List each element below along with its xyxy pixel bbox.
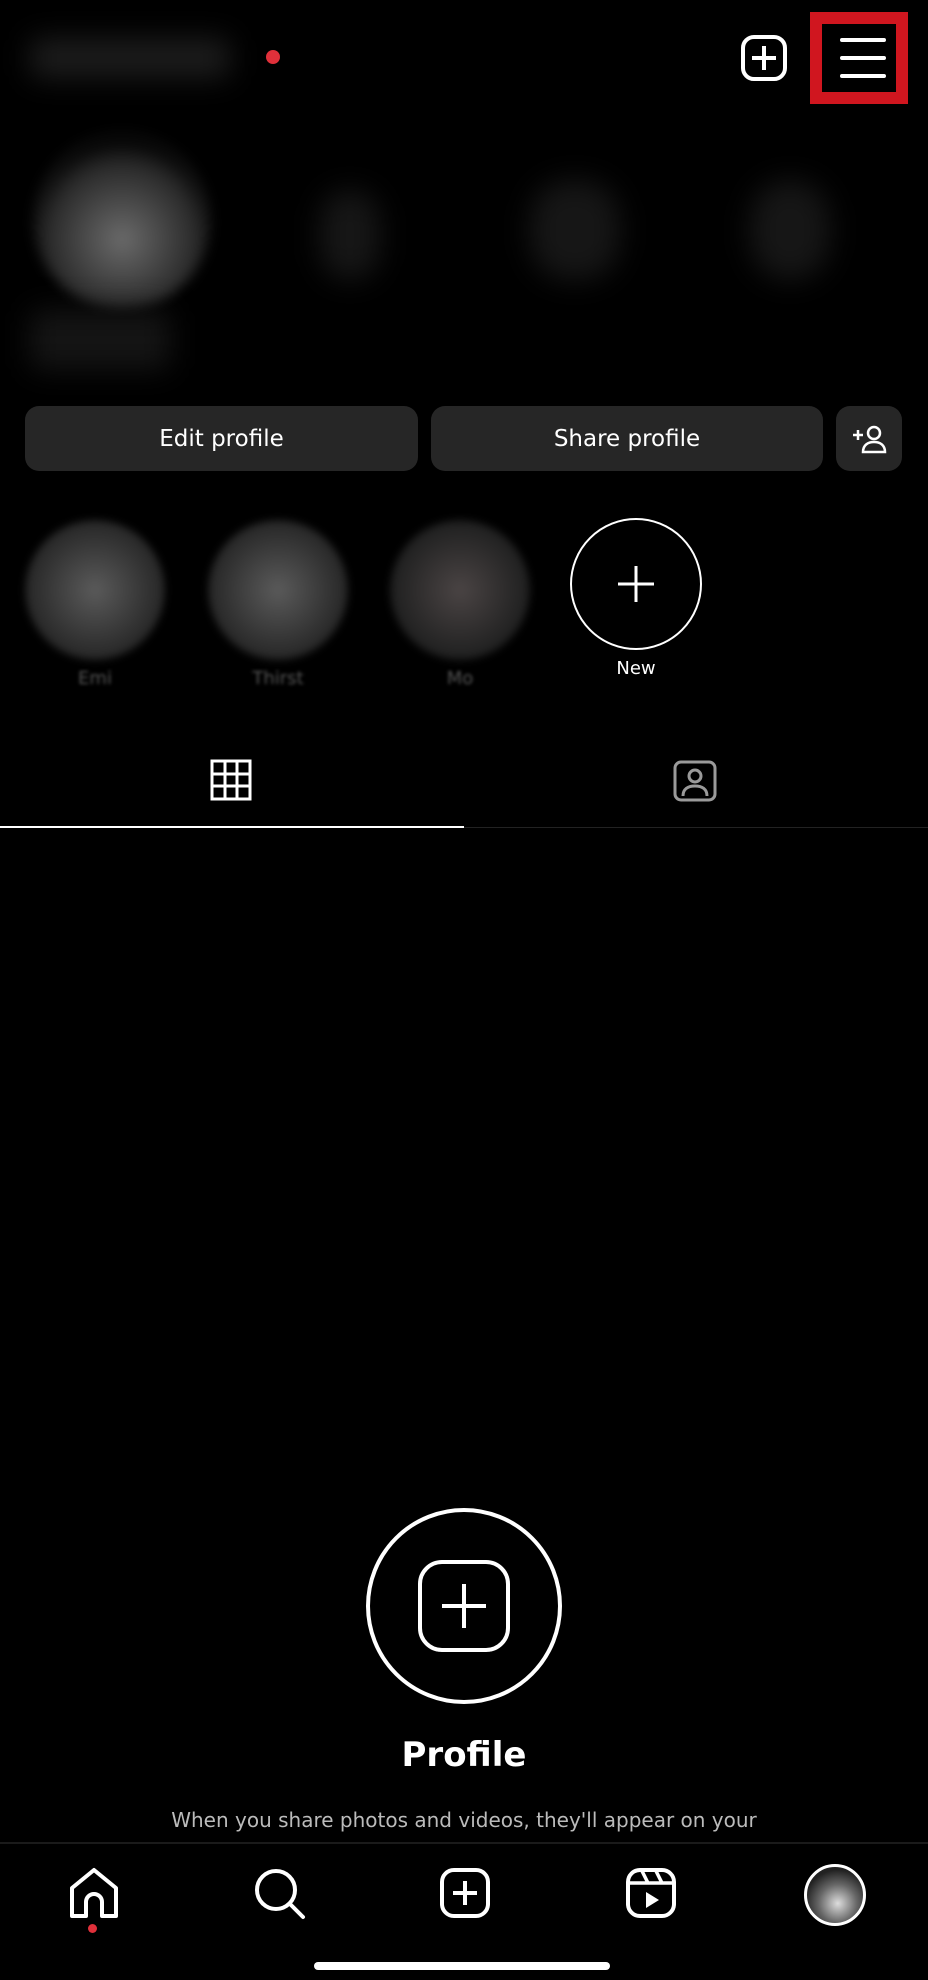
avatar[interactable]	[34, 134, 210, 310]
tagged-person-icon	[673, 760, 717, 802]
create-plus-icon[interactable]	[740, 34, 788, 82]
grid-icon	[210, 759, 252, 801]
tab-tagged[interactable]	[464, 740, 928, 828]
empty-state-title: Profile	[401, 1735, 527, 1775]
stat-followers[interactable]	[530, 180, 620, 280]
highlight-1[interactable]	[25, 520, 165, 660]
bio-blurred	[30, 310, 170, 370]
edit-profile-button[interactable]: Edit profile	[25, 406, 418, 471]
share-profile-label: Share profile	[553, 425, 701, 452]
plus-icon	[618, 566, 654, 602]
create-icon[interactable]	[438, 1866, 494, 1922]
menu-hamburger-icon[interactable]	[840, 36, 886, 80]
bottom-nav	[0, 1842, 928, 1980]
reels-icon[interactable]	[624, 1866, 680, 1922]
tab-grid[interactable]	[0, 740, 464, 828]
highlight-2[interactable]	[208, 520, 348, 660]
highlight-label: Emi	[78, 668, 112, 689]
share-profile-button[interactable]: Share profile	[431, 406, 823, 471]
new-highlight-button[interactable]	[570, 518, 702, 650]
highlight-label: Thirst	[252, 668, 304, 689]
notification-dot	[266, 50, 280, 64]
add-person-button[interactable]	[836, 406, 902, 471]
home-indicator	[314, 1962, 610, 1970]
person-add-icon	[853, 425, 887, 453]
profile-avatar[interactable]	[804, 1864, 866, 1926]
home-icon[interactable]	[66, 1866, 122, 1922]
stat-posts[interactable]	[320, 190, 380, 280]
new-highlight-label: New	[616, 658, 656, 679]
highlight-3[interactable]	[390, 520, 530, 660]
edit-profile-label: Edit profile	[159, 425, 284, 452]
stat-following[interactable]	[750, 180, 830, 280]
search-icon[interactable]	[252, 1866, 308, 1922]
home-notification-dot	[88, 1924, 97, 1933]
empty-state-circle	[366, 1508, 562, 1704]
empty-state-text: When you share photos and videos, they'l…	[171, 1808, 757, 1832]
highlight-label: Mo	[446, 668, 474, 689]
username-blurred[interactable]	[30, 38, 230, 78]
create-post-icon[interactable]	[416, 1558, 512, 1654]
